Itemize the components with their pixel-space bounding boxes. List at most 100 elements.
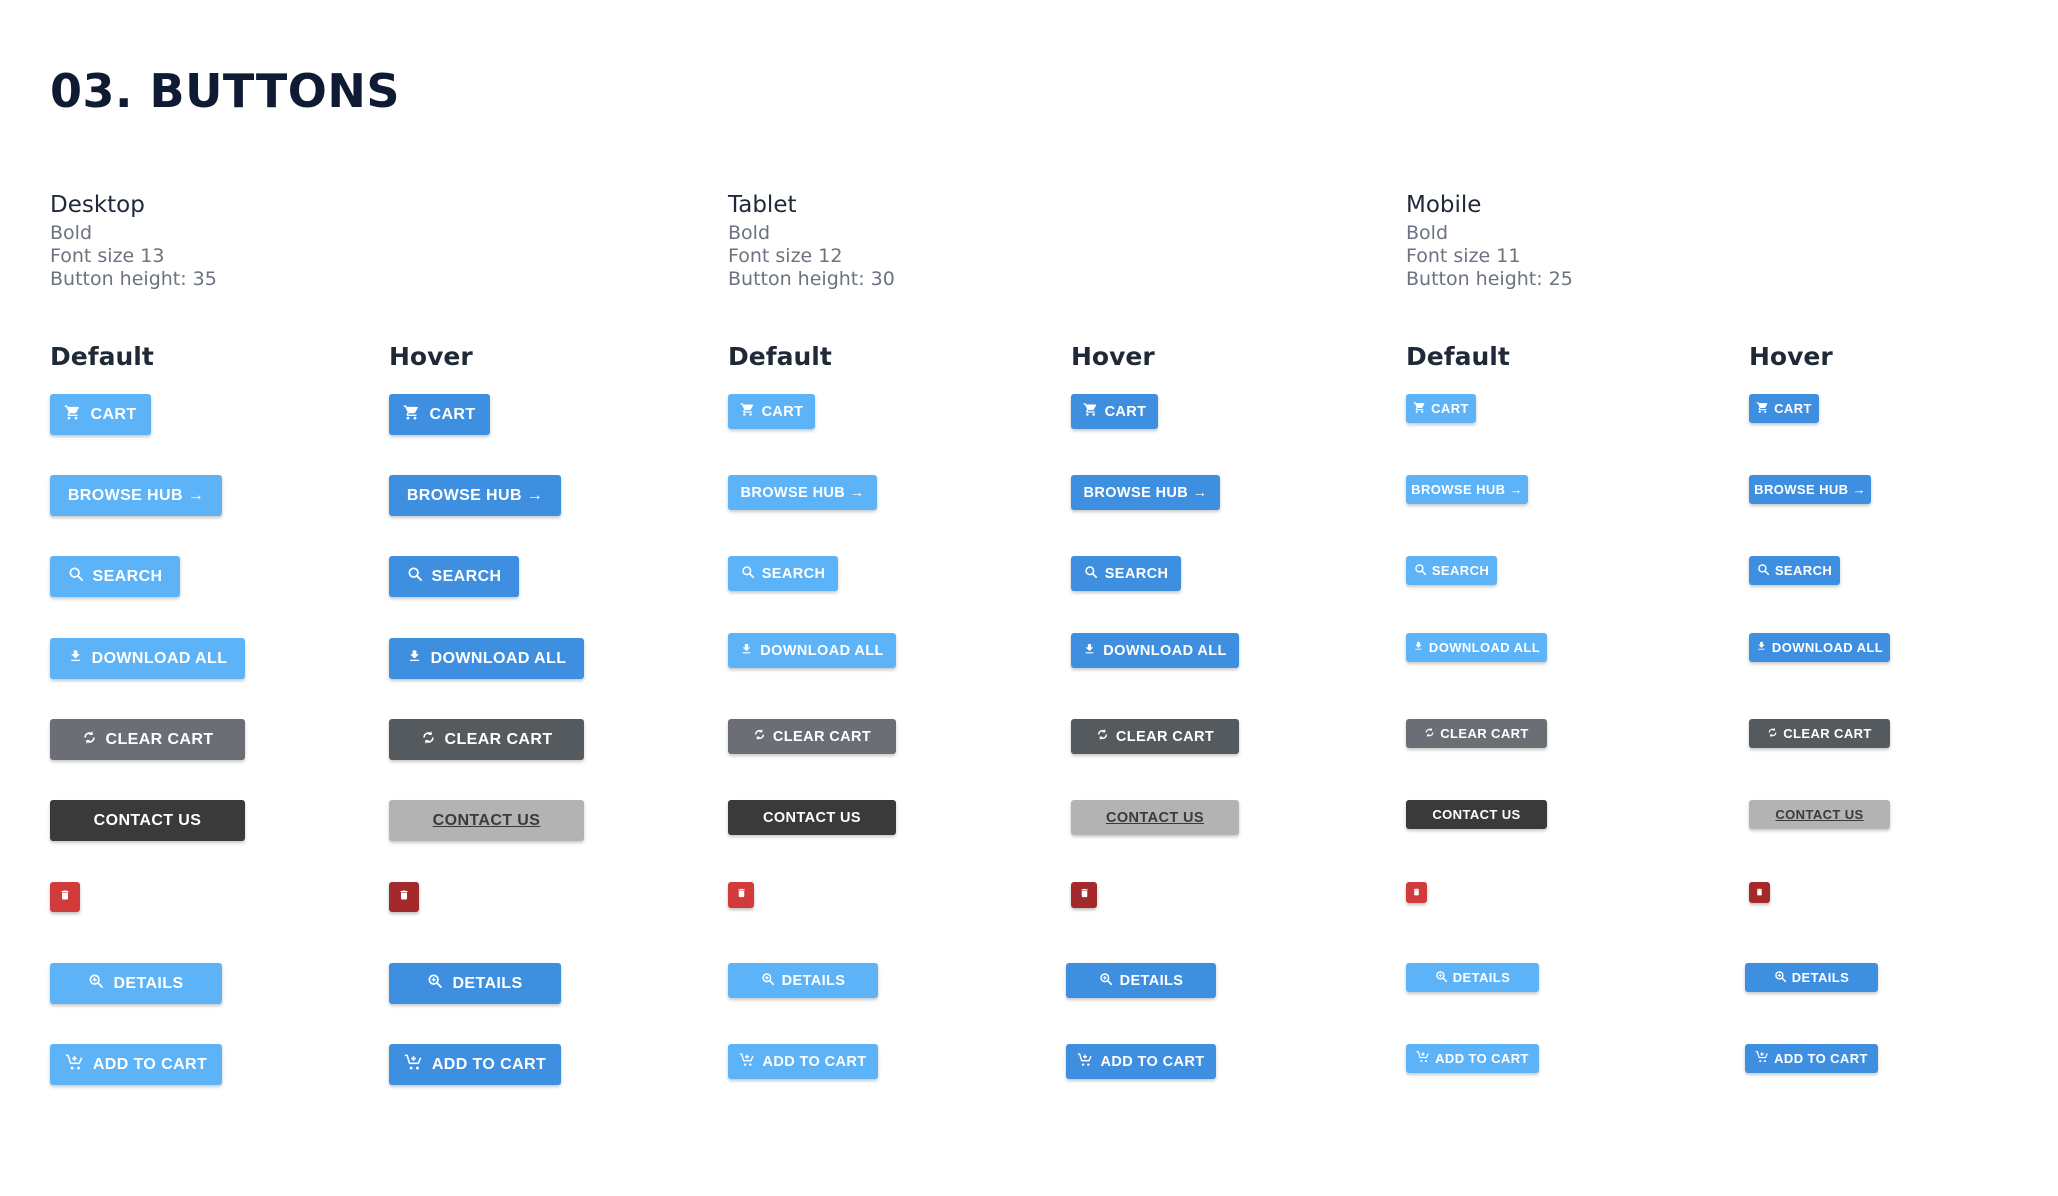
contact-us-button[interactable]: CONTACT US	[50, 800, 245, 841]
details-button-label: DETAILS	[1791, 970, 1850, 985]
download-all-button-hover[interactable]: DOWNLOAD ALL	[1071, 633, 1239, 668]
cart-button[interactable]: CART	[1406, 394, 1476, 423]
refresh-icon	[82, 730, 97, 750]
contact-us-button-hover[interactable]: CONTACT US	[1749, 800, 1890, 829]
add-to-cart-button-hover[interactable]: ADD TO CART	[1066, 1044, 1216, 1079]
details-button[interactable]: DETAILS	[1406, 963, 1539, 992]
cart-icon	[740, 402, 755, 421]
details-button-hover[interactable]: DETAILS	[389, 963, 561, 1004]
clear-cart-button[interactable]: CLEAR CART	[50, 719, 245, 760]
add-to-cart-button[interactable]: ADD TO CART	[1406, 1044, 1539, 1073]
search-icon	[68, 566, 84, 587]
browse-hub-button[interactable]: BROWSE HUB →	[1406, 475, 1528, 504]
cart-icon	[1083, 402, 1098, 421]
download-all-button[interactable]: DOWNLOAD ALL	[728, 633, 896, 668]
search-button[interactable]: SEARCH	[1406, 556, 1497, 585]
add-to-cart-button-hover[interactable]: ADD TO CART	[1745, 1044, 1878, 1073]
add-to-cart-icon	[1755, 1050, 1769, 1067]
zoom-icon	[1099, 972, 1113, 990]
trash-icon	[398, 888, 410, 907]
state-header-hover: Hover	[1749, 342, 1833, 371]
download-all-button-hover[interactable]: DOWNLOAD ALL	[389, 638, 584, 679]
device-info-tablet: Tablet Bold Font size 12 Button height: …	[728, 192, 895, 291]
trash-icon	[59, 888, 71, 907]
details-button-label: DETAILS	[113, 974, 184, 992]
delete-button-hover[interactable]	[1749, 882, 1770, 903]
download-all-button[interactable]: DOWNLOAD ALL	[50, 638, 245, 679]
device-info-mobile: Mobile Bold Font size 11 Button height: …	[1406, 192, 1573, 291]
cart-button-hover[interactable]: CART	[1071, 394, 1158, 429]
zoom-icon	[1774, 970, 1787, 986]
search-button[interactable]: SEARCH	[728, 556, 838, 591]
cart-icon	[403, 404, 420, 426]
search-button-label: SEARCH	[1431, 563, 1490, 578]
add-to-cart-icon	[404, 1053, 423, 1077]
add-to-cart-button-label: ADD TO CART	[1435, 1051, 1529, 1066]
download-icon	[1756, 640, 1767, 655]
contact-us-button-label: CONTACT US	[1106, 809, 1204, 826]
clear-cart-button-label: CLEAR CART	[1115, 728, 1215, 745]
search-icon	[1084, 565, 1098, 583]
state-header-default: Default	[728, 342, 832, 371]
browse-hub-button-hover[interactable]: BROWSE HUB →	[389, 475, 561, 516]
download-icon	[407, 648, 422, 669]
cart-icon	[1756, 401, 1769, 417]
contact-us-button-label: CONTACT US	[763, 809, 861, 826]
delete-button-hover[interactable]	[1071, 882, 1097, 908]
cart-button-hover[interactable]: CART	[1749, 394, 1819, 423]
contact-us-button-hover[interactable]: CONTACT US	[389, 800, 584, 841]
search-button-hover[interactable]: SEARCH	[389, 556, 519, 597]
browse-hub-button[interactable]: BROWSE HUB →	[728, 475, 877, 510]
add-to-cart-button-label: ADD TO CART	[762, 1053, 867, 1070]
cart-button[interactable]: CART	[728, 394, 815, 429]
download-icon	[1413, 640, 1424, 655]
clear-cart-button-hover[interactable]: CLEAR CART	[389, 719, 584, 760]
delete-button[interactable]	[50, 882, 80, 912]
browse-hub-button-hover[interactable]: BROWSE HUB →	[1071, 475, 1220, 510]
delete-button-hover[interactable]	[389, 882, 419, 912]
delete-button[interactable]	[728, 882, 754, 908]
browse-hub-button[interactable]: BROWSE HUB →	[50, 475, 222, 516]
device-button-height: Button height: 30	[728, 268, 895, 290]
contact-us-button[interactable]: CONTACT US	[728, 800, 896, 835]
browse-hub-button-label: BROWSE HUB →	[1754, 482, 1866, 497]
delete-button[interactable]	[1406, 882, 1427, 903]
clear-cart-button[interactable]: CLEAR CART	[1406, 719, 1547, 748]
device-name: Tablet	[728, 192, 797, 218]
download-all-button-hover[interactable]: DOWNLOAD ALL	[1749, 633, 1890, 662]
browse-hub-button-hover[interactable]: BROWSE HUB →	[1749, 475, 1871, 504]
clear-cart-button-label: CLEAR CART	[105, 730, 214, 748]
cart-icon	[1413, 401, 1426, 417]
details-button[interactable]: DETAILS	[50, 963, 222, 1004]
device-weight: Bold	[1406, 222, 1448, 244]
download-all-button[interactable]: DOWNLOAD ALL	[1406, 633, 1547, 662]
cart-button-label: CART	[1431, 401, 1469, 416]
device-info-desktop: Desktop Bold Font size 13 Button height:…	[50, 192, 217, 291]
search-button-hover[interactable]: SEARCH	[1749, 556, 1840, 585]
download-all-button-label: DOWNLOAD ALL	[430, 649, 567, 667]
details-button-hover[interactable]: DETAILS	[1745, 963, 1878, 992]
contact-us-button[interactable]: CONTACT US	[1406, 800, 1547, 829]
add-to-cart-button-hover[interactable]: ADD TO CART	[389, 1044, 561, 1085]
refresh-icon	[1096, 728, 1109, 745]
add-to-cart-icon	[1416, 1050, 1430, 1067]
search-icon	[1757, 563, 1770, 579]
state-header-hover: Hover	[1071, 342, 1155, 371]
cart-button-hover[interactable]: CART	[389, 394, 490, 435]
search-button-hover[interactable]: SEARCH	[1071, 556, 1181, 591]
search-button[interactable]: SEARCH	[50, 556, 180, 597]
cart-button-label: CART	[90, 405, 137, 423]
add-to-cart-button[interactable]: ADD TO CART	[50, 1044, 222, 1085]
state-header-hover: Hover	[389, 342, 473, 371]
trash-icon	[1412, 884, 1421, 902]
add-to-cart-button[interactable]: ADD TO CART	[728, 1044, 878, 1079]
clear-cart-button-hover[interactable]: CLEAR CART	[1071, 719, 1239, 754]
cart-button[interactable]: CART	[50, 394, 151, 435]
clear-cart-button[interactable]: CLEAR CART	[728, 719, 896, 754]
clear-cart-button-hover[interactable]: CLEAR CART	[1749, 719, 1890, 748]
details-button-hover[interactable]: DETAILS	[1066, 963, 1216, 998]
cart-button-label: CART	[1104, 403, 1147, 420]
details-button[interactable]: DETAILS	[728, 963, 878, 998]
browse-hub-button-label: BROWSE HUB →	[740, 484, 865, 501]
contact-us-button-hover[interactable]: CONTACT US	[1071, 800, 1239, 835]
